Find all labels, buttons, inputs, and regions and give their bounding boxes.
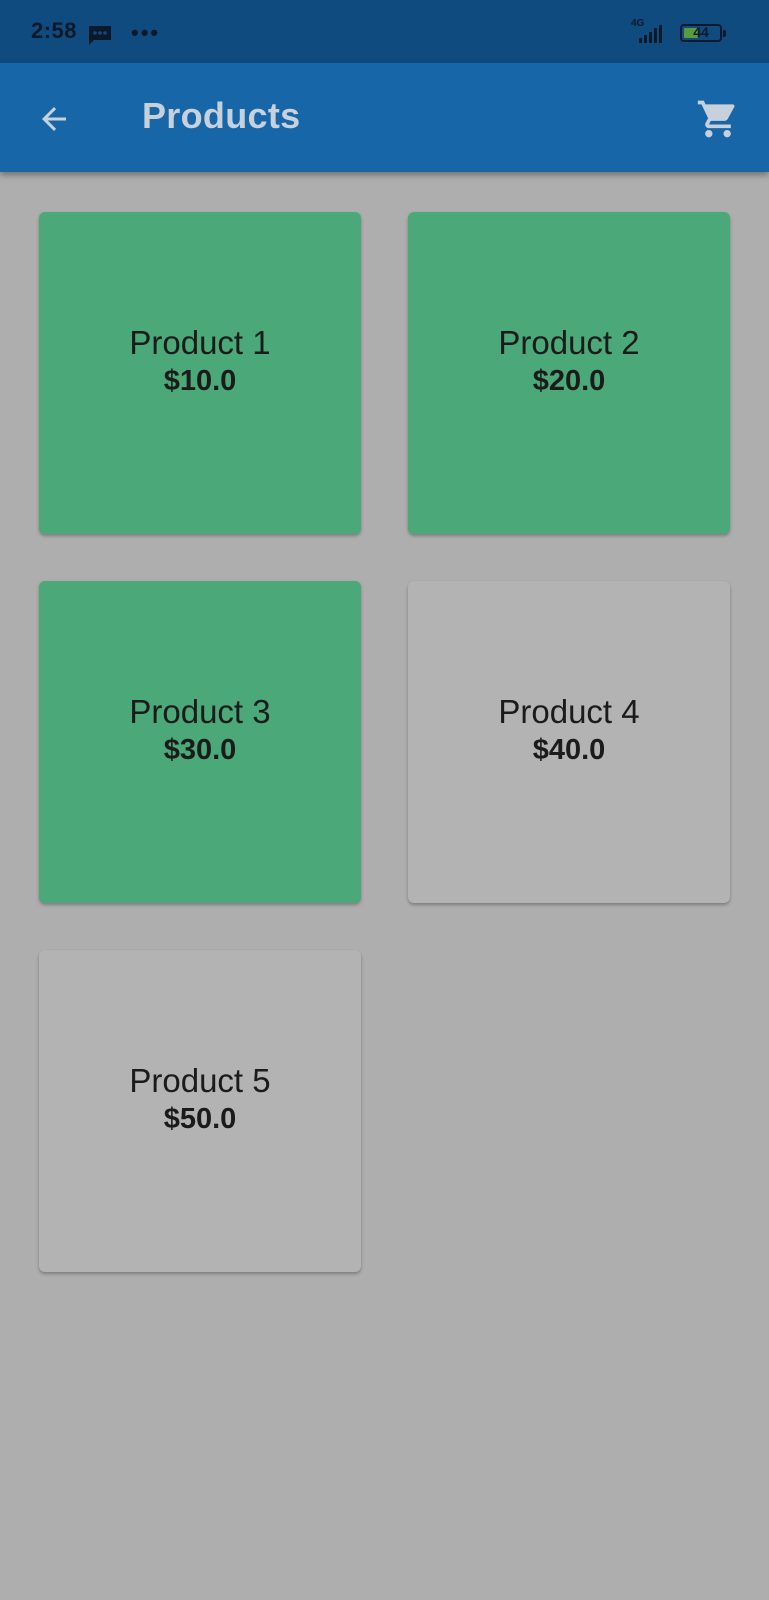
- product-price: $20.0: [532, 365, 606, 397]
- page-title: Products: [142, 95, 301, 136]
- more-dots-icon: •••: [131, 20, 161, 45]
- product-card[interactable]: Product 5 $50.0: [39, 950, 361, 1272]
- shopping-cart-icon: [697, 100, 735, 138]
- status-bar: 2:58 ••• 4G 44: [0, 0, 769, 63]
- product-price: $50.0: [163, 1103, 237, 1135]
- battery-level: 44: [693, 24, 709, 40]
- cart-button[interactable]: [692, 93, 744, 145]
- battery-icon: 44: [680, 24, 722, 42]
- product-name: Product 1: [129, 324, 271, 361]
- product-card[interactable]: Product 4 $40.0: [408, 581, 730, 903]
- arrow-back-icon: [42, 107, 66, 131]
- product-grid: Product 1 $10.0 Product 2 $20.0 Product …: [39, 212, 731, 1272]
- product-price: $40.0: [532, 734, 606, 766]
- product-name: Product 5: [129, 1062, 271, 1099]
- product-name: Product 2: [498, 324, 640, 361]
- product-name: Product 4: [498, 693, 640, 730]
- app-bar: Products: [0, 63, 769, 172]
- message-icon: [89, 26, 111, 45]
- product-card[interactable]: Product 3 $30.0: [39, 581, 361, 903]
- product-price: $10.0: [163, 365, 237, 397]
- signal-icon: [639, 25, 662, 43]
- product-name: Product 3: [129, 693, 271, 730]
- battery-cap: [723, 30, 726, 37]
- status-time: 2:58: [31, 18, 78, 43]
- product-card[interactable]: Product 1 $10.0: [39, 212, 361, 534]
- back-button[interactable]: [28, 93, 80, 145]
- product-card[interactable]: Product 2 $20.0: [408, 212, 730, 534]
- product-price: $30.0: [163, 734, 237, 766]
